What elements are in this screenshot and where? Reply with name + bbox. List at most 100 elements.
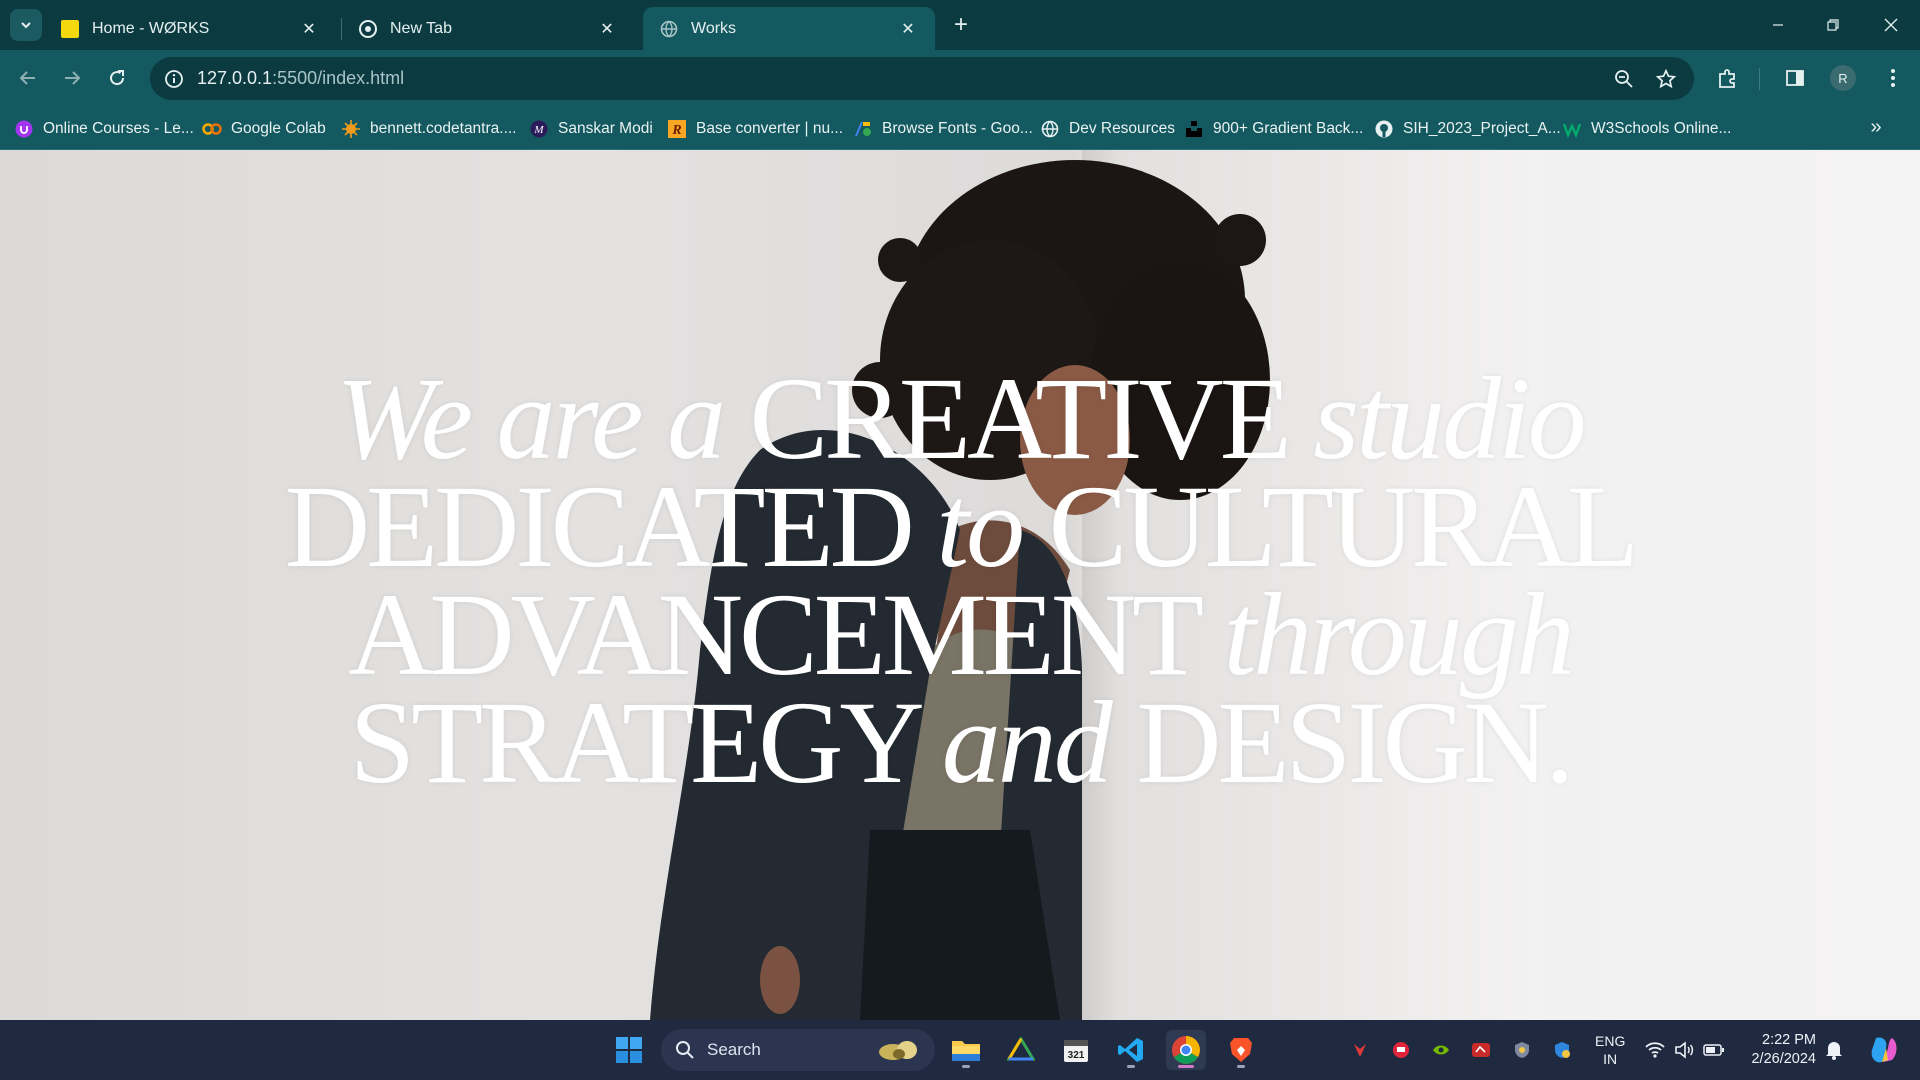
bookmark-sanskar-modi[interactable]: M Sanskar Modi (529, 116, 653, 142)
tab-home-works[interactable]: Home - WØRKS ✕ (44, 7, 336, 50)
forward-button[interactable] (56, 62, 88, 94)
tab-search-button[interactable] (10, 9, 42, 41)
url-host: 127.0.0.1 (197, 68, 273, 88)
brave-button[interactable] (1221, 1030, 1261, 1070)
reload-icon (110, 70, 125, 86)
wifi-icon (1645, 1042, 1665, 1058)
taskbar: Search 321 ENG IN 2:22 PM 2/26/2024 (0, 1020, 1920, 1080)
speaker-icon (1675, 1041, 1694, 1059)
bookmark-base-converter[interactable]: R Base converter | nu... (667, 116, 843, 142)
clock-time: 2:22 PM (1762, 1032, 1816, 1048)
rapidtables-icon: R (667, 119, 687, 139)
close-tab-icon[interactable]: ✕ (897, 18, 919, 40)
side-panel-button[interactable] (1779, 62, 1811, 94)
search-icon (676, 1041, 694, 1059)
bookmark-codetantra[interactable]: bennett.codetantra.... (341, 116, 517, 142)
bookmark-gradient-backgrounds[interactable]: 900+ Gradient Back... (1184, 116, 1363, 142)
windows-icon (616, 1037, 642, 1063)
menu-button[interactable] (1877, 62, 1909, 94)
double-chevron-right-icon: » (1870, 115, 1882, 138)
input-language[interactable]: ENG IN (1595, 1032, 1625, 1068)
more-bookmarks-button[interactable]: » (1862, 113, 1890, 141)
bookmark-label: SIH_2023_Project_A... (1403, 120, 1561, 137)
plus-icon: + (953, 11, 968, 38)
side-panel-icon (1786, 70, 1804, 86)
tray-app-4[interactable] (1469, 1038, 1493, 1062)
bookmark-sih-project[interactable]: SIH_2023_Project_A... (1374, 116, 1561, 142)
bookmark-label: Dev Resources (1069, 120, 1175, 137)
tab-new-tab[interactable]: New Tab ✕ (342, 7, 634, 50)
taskbar-search[interactable]: Search (661, 1029, 935, 1071)
volume-status[interactable] (1672, 1038, 1696, 1062)
bookmark-online-courses[interactable]: Online Courses - Le... (14, 116, 194, 142)
tab-works[interactable]: Works ✕ (643, 7, 935, 50)
brave-icon (1230, 1038, 1252, 1062)
profile-avatar[interactable]: R (1830, 65, 1856, 91)
puzzle-icon (1719, 69, 1735, 88)
vscode-icon (1118, 1038, 1143, 1062)
star-icon (1656, 69, 1676, 89)
bookmark-star-button[interactable] (1652, 65, 1680, 93)
app-triangle-button[interactable] (1001, 1030, 1041, 1070)
new-tab-button[interactable]: + (947, 11, 975, 39)
address-bar[interactable]: 127.0.0.1:5500/index.html (150, 57, 1694, 100)
extensions-button[interactable] (1712, 62, 1744, 94)
headline-line-2: DEDICATED to CULTURAL (0, 468, 1920, 586)
tray-nvidia[interactable] (1429, 1038, 1453, 1062)
file-explorer-button[interactable] (946, 1030, 986, 1070)
zoom-button[interactable] (1610, 65, 1638, 93)
red-square-icon (1472, 1043, 1490, 1057)
tray-app-5[interactable] (1510, 1038, 1534, 1062)
wifi-status[interactable] (1643, 1038, 1667, 1062)
start-button[interactable] (609, 1030, 649, 1070)
udemy-icon (14, 119, 34, 139)
system-clock[interactable]: 2:22 PM 2/26/2024 (1740, 1031, 1816, 1069)
colab-icon (202, 119, 222, 139)
headline-line-4: STRATEGY and DESIGN. (0, 684, 1920, 802)
bookmark-label: Sanskar Modi (558, 120, 653, 137)
address-url[interactable]: 127.0.0.1:5500/index.html (197, 68, 404, 89)
tray-app-1[interactable] (1348, 1038, 1372, 1062)
restore-icon (1827, 19, 1839, 31)
language-code: ENG (1595, 1033, 1626, 1049)
vscode-button[interactable] (1111, 1030, 1151, 1070)
chrome-taskbar-button[interactable] (1166, 1030, 1206, 1070)
reload-button[interactable] (101, 62, 133, 94)
bookmark-browse-fonts[interactable]: Browse Fonts - Goo... (853, 116, 1033, 142)
zoom-out-icon (1615, 70, 1633, 88)
bookmark-google-colab[interactable]: Google Colab (202, 116, 326, 142)
close-tab-icon[interactable]: ✕ (298, 18, 320, 40)
svg-text:321: 321 (1068, 1050, 1085, 1061)
bookmark-label: Base converter | nu... (696, 120, 844, 137)
site-info-icon[interactable] (160, 65, 188, 93)
bookmark-label: W3Schools Online... (1591, 120, 1732, 137)
calendar-app-button[interactable]: 321 (1056, 1030, 1096, 1070)
minimize-button[interactable] (1755, 10, 1801, 40)
red-arrow-icon (1354, 1044, 1366, 1057)
close-window-button[interactable] (1868, 10, 1914, 40)
restore-button[interactable] (1810, 10, 1856, 40)
copilot-button[interactable] (1866, 1032, 1902, 1068)
back-button[interactable] (12, 62, 44, 94)
notifications-button[interactable] (1822, 1038, 1846, 1062)
tray-app-2[interactable] (1389, 1038, 1413, 1062)
bookmark-w3schools[interactable]: W3Schools Online... (1562, 116, 1731, 142)
url-path: :5500/index.html (272, 68, 405, 88)
unsplash-icon (1184, 119, 1204, 139)
language-region: IN (1603, 1051, 1618, 1067)
bookmark-label: bennett.codetantra.... (370, 120, 517, 137)
page-viewport: We are a CREATIVE studio DEDICATED to CU… (0, 150, 1920, 1020)
w3schools-icon (1562, 119, 1582, 139)
active-indicator (1178, 1065, 1194, 1068)
bookmark-dev-resources[interactable]: Dev Resources (1040, 116, 1175, 142)
battery-status[interactable] (1702, 1038, 1726, 1062)
svg-text:M: M (533, 124, 544, 136)
close-tab-icon[interactable]: ✕ (596, 18, 618, 40)
defender-shield-icon (1555, 1042, 1570, 1058)
close-icon (1884, 18, 1898, 32)
portfolio-icon: M (529, 119, 549, 139)
tab-title: Works (691, 19, 737, 37)
headline-fragment: and (941, 677, 1137, 808)
search-label: Search (707, 1040, 761, 1059)
tray-security[interactable] (1550, 1038, 1574, 1062)
